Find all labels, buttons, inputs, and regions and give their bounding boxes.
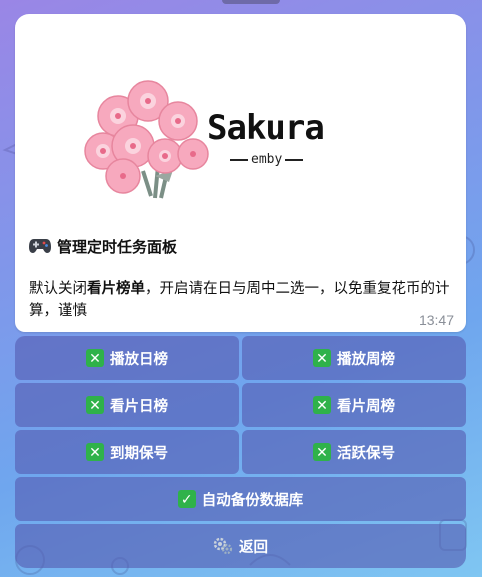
cross-mark-icon: ✕ xyxy=(313,443,331,461)
play-weekly-toggle-button[interactable]: ✕ 播放周榜 xyxy=(242,336,466,380)
brand-subtitle: emby xyxy=(227,152,306,167)
check-mark-icon: ✓ xyxy=(177,490,196,508)
panel-title: 管理定时任务面板 xyxy=(29,236,177,257)
desc-bold-highlight: 看片榜单 xyxy=(87,281,145,297)
inline-keyboard: ✕ 播放日榜 ✕ 播放周榜 ✕ 看片日榜 ✕ 看片周榜 ✕ 到期保号 ✕ 活跃保号 ✓ 自动备… xyxy=(15,336,466,571)
cross-mark-icon: ✕ xyxy=(313,349,331,367)
auto-backup-toggle-button[interactable]: ✓ 自动备份数据库 xyxy=(15,477,466,521)
expire-keep-toggle-button[interactable]: ✕ 到期保号 xyxy=(15,430,239,474)
message-bubble: Sakura emby 管理定时任务面板 默认关闭看片榜单，开启请在日与周中二选… xyxy=(15,14,466,332)
cross-mark-icon: ✕ xyxy=(86,396,104,414)
gamepad-icon xyxy=(29,237,51,257)
message-description: 默认关闭看片榜单，开启请在日与周中二选一，以免重复花币的计算，谨慎 xyxy=(29,281,450,319)
top-drag-handle xyxy=(222,0,280,4)
brand-title: Sakura xyxy=(207,108,325,148)
message-timestamp: 13:47 xyxy=(418,312,454,328)
play-daily-toggle-button[interactable]: ✕ 播放日榜 xyxy=(15,336,239,380)
active-keep-toggle-button[interactable]: ✕ 活跃保号 xyxy=(242,430,466,474)
cross-mark-icon: ✕ xyxy=(86,349,104,367)
cross-mark-icon: ✕ xyxy=(313,396,331,414)
watch-daily-toggle-button[interactable]: ✕ 看片日榜 xyxy=(15,383,239,427)
watch-weekly-toggle-button[interactable]: ✕ 看片周榜 xyxy=(242,383,466,427)
back-button[interactable]: 返回 xyxy=(15,524,466,568)
gears-icon xyxy=(213,537,233,555)
cross-mark-icon: ✕ xyxy=(86,443,104,461)
